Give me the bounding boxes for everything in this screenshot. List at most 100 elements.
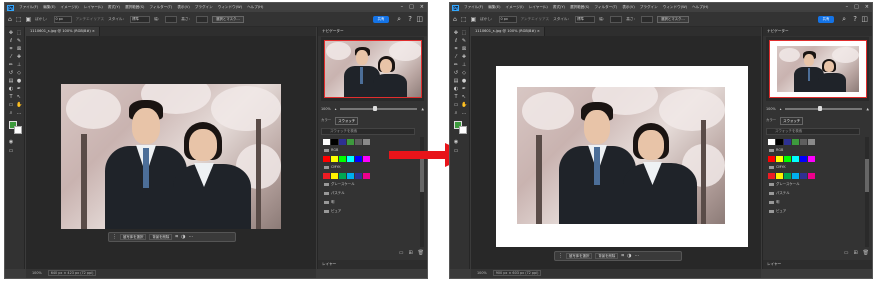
share-button[interactable]: 共有: [818, 16, 834, 23]
eyedropper-icon[interactable]: ⁄: [453, 54, 459, 60]
help-icon[interactable]: ?: [408, 15, 412, 23]
navigator-view-frame[interactable]: [324, 40, 422, 98]
move-tool-icon[interactable]: ✥: [453, 30, 459, 36]
zoom-slider[interactable]: [785, 106, 863, 111]
swatch[interactable]: [784, 139, 791, 145]
lasso-tool-icon[interactable]: ℓ: [8, 38, 14, 44]
eraser-icon[interactable]: ◇: [16, 70, 22, 76]
height-field[interactable]: [641, 15, 654, 23]
menu-image[interactable]: イメージ(I): [506, 5, 524, 10]
swatch[interactable]: [792, 156, 799, 162]
adjust-icon[interactable]: ◑: [181, 234, 185, 240]
swatch-group-pastel[interactable]: パステル: [766, 190, 860, 197]
zoom-percent[interactable]: 100%: [321, 107, 331, 111]
transform-icon[interactable]: ⌗: [621, 253, 624, 259]
swatch[interactable]: [776, 173, 783, 179]
marquee-icon[interactable]: ⬚: [16, 16, 22, 23]
menu-type[interactable]: 書式(Y): [108, 5, 120, 10]
swatch[interactable]: [331, 139, 338, 145]
navigator-view-frame[interactable]: [769, 40, 867, 98]
menu-file[interactable]: ファイル(F): [464, 5, 483, 10]
tab-swatches[interactable]: スウォッチ: [780, 117, 804, 125]
antialias-label[interactable]: アンチエイリアス: [76, 17, 105, 22]
healing-brush-icon[interactable]: ✚: [16, 54, 22, 60]
marquee-icon[interactable]: ⬚: [461, 16, 467, 23]
menu-window[interactable]: ウィンドウ(W): [218, 5, 242, 10]
zoom-slider[interactable]: [340, 106, 418, 111]
tab-color[interactable]: カラー: [321, 117, 331, 125]
selection-mode-icon[interactable]: ▣: [25, 16, 31, 23]
select-and-mask-button[interactable]: 選択とマスク...: [657, 15, 689, 23]
swatch[interactable]: [363, 173, 370, 179]
swatch[interactable]: [792, 173, 799, 179]
frame-tool-icon[interactable]: ⊠: [461, 46, 467, 52]
menu-select[interactable]: 選択範囲(S): [570, 5, 589, 10]
trash-icon[interactable]: 🗑: [863, 250, 869, 258]
swatch[interactable]: [323, 173, 330, 179]
swatch[interactable]: [808, 173, 815, 179]
swatch[interactable]: [776, 139, 783, 145]
swatch[interactable]: [355, 139, 362, 145]
move-tool-icon[interactable]: ✥: [8, 30, 14, 36]
workspace-icon[interactable]: ◫: [416, 15, 423, 23]
quick-select-icon[interactable]: ✎: [461, 38, 467, 44]
path-select-icon[interactable]: ↖: [461, 94, 467, 100]
history-brush-icon[interactable]: ↺: [453, 70, 459, 76]
background-color-swatch[interactable]: [14, 126, 22, 134]
zoom-in-icon[interactable]: ▲: [421, 107, 424, 111]
swatch[interactable]: [339, 173, 346, 179]
history-brush-icon[interactable]: ↺: [8, 70, 14, 76]
menu-plugins[interactable]: プラグイン: [640, 5, 658, 10]
document-tab[interactable]: 1110601_s.jpg @ 100% (RGB/8#) ×: [471, 27, 545, 36]
more-options-icon[interactable]: ⋯: [189, 234, 194, 240]
more-tools-icon[interactable]: …: [461, 110, 467, 116]
menu-layer[interactable]: レイヤー(L): [84, 5, 103, 10]
swatch[interactable]: [347, 139, 354, 145]
new-group-icon[interactable]: ▭: [399, 250, 404, 258]
hand-tool-icon[interactable]: ✋: [16, 102, 22, 108]
background-color-swatch[interactable]: [459, 126, 467, 134]
menu-file[interactable]: ファイル(F): [19, 5, 38, 10]
frame-tool-icon[interactable]: ⊠: [16, 46, 22, 52]
width-field[interactable]: [165, 15, 178, 23]
type-tool-icon[interactable]: T: [8, 94, 14, 100]
antialias-label[interactable]: アンチエイリアス: [521, 17, 550, 22]
swatch[interactable]: [347, 173, 354, 179]
swatch-group-grayscale[interactable]: グレースケール: [766, 181, 860, 188]
swatch-group-cmyk[interactable]: CMYK: [766, 164, 860, 171]
menu-window[interactable]: ウィンドウ(W): [663, 5, 687, 10]
gradient-icon[interactable]: ▤: [453, 78, 459, 84]
new-swatch-icon[interactable]: ⊞: [853, 250, 857, 258]
swatch-group-pure[interactable]: ピュア: [321, 208, 415, 215]
menu-view[interactable]: 表示(V): [622, 5, 634, 10]
feather-field[interactable]: 0 px: [53, 15, 72, 23]
height-field[interactable]: [196, 15, 209, 23]
remove-background-button[interactable]: 背景を削除: [149, 234, 173, 240]
style-select[interactable]: 標準: [130, 15, 151, 23]
swatch[interactable]: [792, 139, 799, 145]
shape-tool-icon[interactable]: ▭: [453, 102, 459, 108]
swatch[interactable]: [355, 173, 362, 179]
brush-tool-icon[interactable]: ✏: [453, 62, 459, 68]
new-group-icon[interactable]: ▭: [844, 250, 849, 258]
swatch[interactable]: [363, 139, 370, 145]
status-doc-size[interactable]: 640 px × 423 px (72 ppi): [47, 270, 97, 276]
swatch-group-pastel[interactable]: パステル: [321, 190, 415, 197]
home-icon[interactable]: ⌂: [8, 16, 12, 23]
swatch[interactable]: [776, 156, 783, 162]
close-icon[interactable]: ×: [420, 4, 424, 10]
artboard-tool-icon[interactable]: ⬚: [16, 30, 22, 36]
swatch[interactable]: [363, 156, 370, 162]
eyedropper-icon[interactable]: ⁄: [8, 54, 14, 60]
swatch[interactable]: [355, 156, 362, 162]
search-icon[interactable]: ⌕: [397, 15, 401, 24]
swatch[interactable]: [800, 173, 807, 179]
swatch[interactable]: [784, 173, 791, 179]
zoom-out-icon[interactable]: ▴: [780, 107, 782, 111]
screen-mode-icon[interactable]: ▭: [453, 148, 459, 154]
tab-swatches[interactable]: スウォッチ: [335, 117, 359, 125]
hand-tool-icon[interactable]: ✋: [461, 102, 467, 108]
swatch-group-light[interactable]: 明: [766, 199, 860, 206]
close-icon[interactable]: ×: [865, 4, 869, 10]
menu-help[interactable]: ヘルプ(H): [692, 5, 708, 10]
